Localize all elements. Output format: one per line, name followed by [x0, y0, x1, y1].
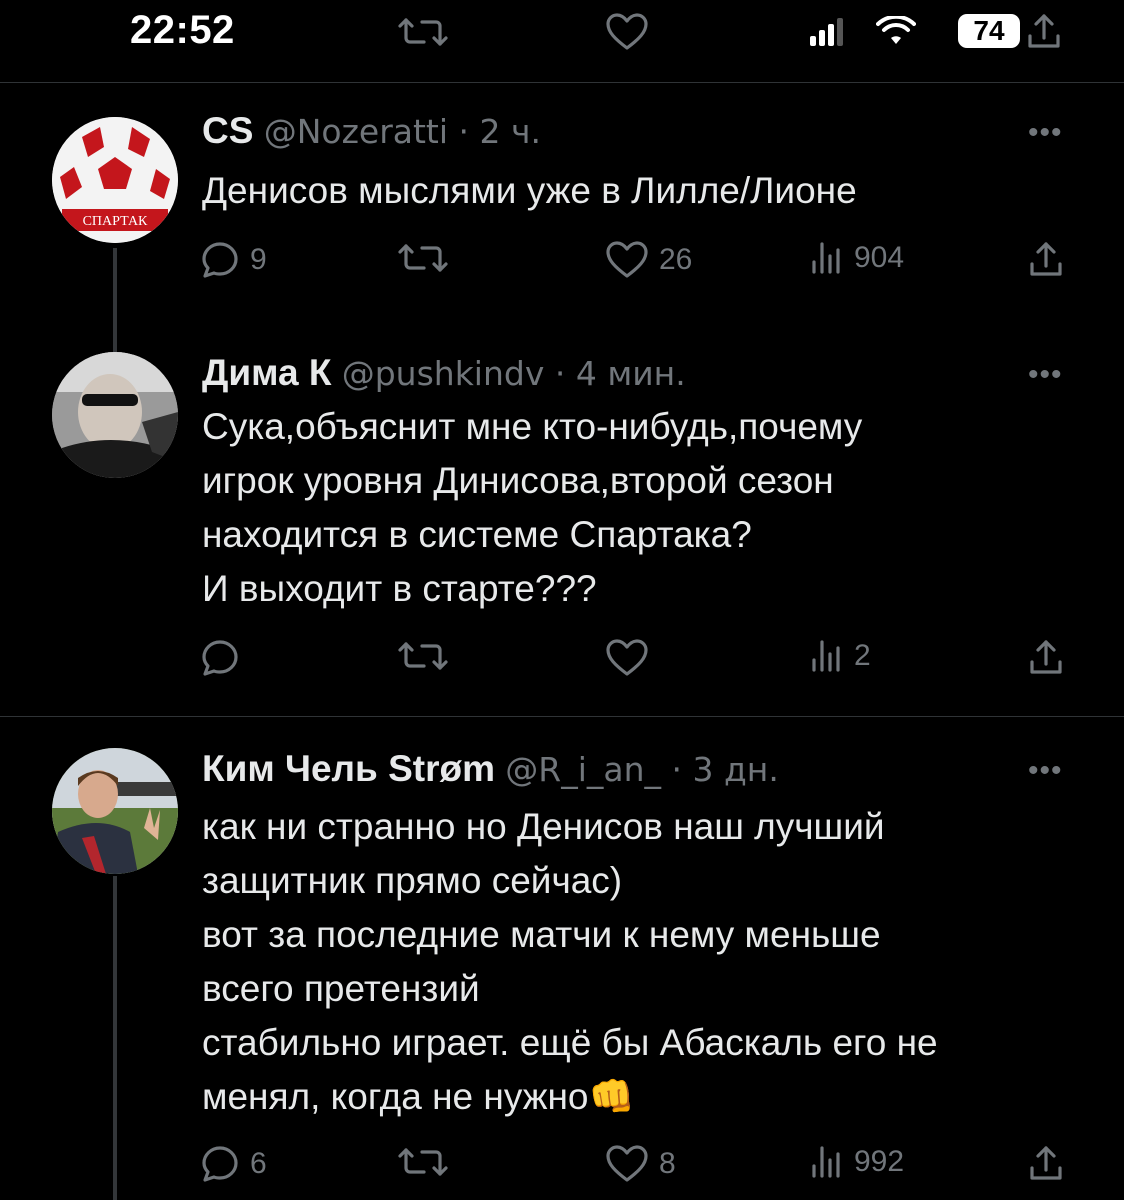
retweet-icon: [398, 1148, 448, 1176]
avatar[interactable]: [52, 352, 178, 478]
retweet-button[interactable]: [398, 1144, 458, 1180]
status-bar: 22:52 74: [0, 0, 1124, 82]
views-icon: [812, 640, 840, 672]
reply-button[interactable]: [200, 638, 250, 678]
signal-icon: [810, 18, 850, 51]
views-button[interactable]: 904: [808, 240, 904, 276]
like-button[interactable]: [605, 638, 659, 678]
like-button[interactable]: 26: [605, 240, 692, 280]
share-icon: [1030, 640, 1062, 674]
handle-time[interactable]: @R_i_an_ · 3 дн.: [505, 750, 779, 789]
heart-icon: [605, 12, 649, 57]
display-name[interactable]: CS: [202, 110, 253, 151]
tweet-header: CS @Nozeratti · 2 ч.: [202, 110, 541, 152]
share-button[interactable]: [1026, 240, 1066, 280]
like-button[interactable]: 8: [605, 1144, 676, 1184]
avatar[interactable]: СПАРТАК: [52, 117, 178, 243]
tweet-header: Дима К @pushkindv · 4 мин.: [202, 352, 686, 394]
heart-icon: [606, 241, 648, 278]
retweet-button[interactable]: [398, 638, 458, 674]
tweet[interactable]: СПАРТАК CS @Nozeratti · 2 ч. ••• Денисов…: [0, 82, 1124, 352]
tweet[interactable]: Ким Чель Strøm @R_i_an_ · 3 дн. ••• как …: [0, 716, 1124, 1200]
display-name[interactable]: Ким Чель Strøm: [202, 748, 495, 789]
avatar[interactable]: [52, 748, 178, 874]
reply-icon: [202, 1146, 238, 1182]
like-count: 26: [659, 243, 693, 276]
wifi-icon: [876, 14, 916, 51]
tweet-text: как ни странно но Денисов наш лучший защ…: [202, 806, 938, 1117]
handle-time[interactable]: @Nozeratti · 2 ч.: [264, 112, 541, 151]
share-button[interactable]: [1026, 638, 1066, 678]
views-icon: [812, 1146, 840, 1178]
more-icon[interactable]: •••: [1028, 116, 1063, 150]
tweet-header: Ким Чель Strøm @R_i_an_ · 3 дн.: [202, 748, 779, 790]
more-icon[interactable]: •••: [1028, 358, 1063, 392]
display-name[interactable]: Дима К: [202, 352, 331, 393]
more-icon[interactable]: •••: [1028, 754, 1063, 788]
reply-icon: [202, 242, 238, 278]
views-button[interactable]: 2: [808, 638, 871, 674]
like-count: 8: [659, 1147, 676, 1180]
reply-count: 9: [250, 243, 267, 276]
retweet-icon: [398, 14, 448, 55]
retweet-icon: [398, 642, 448, 670]
views-button[interactable]: 992: [808, 1144, 904, 1180]
share-icon: [1030, 1146, 1062, 1180]
reply-icon: [202, 640, 238, 676]
reply-button[interactable]: 9: [200, 240, 267, 280]
battery-level: 74: [973, 15, 1005, 46]
battery-icon: 74: [958, 14, 1020, 48]
svg-text:СПАРТАК: СПАРТАК: [83, 214, 148, 229]
heart-icon: [606, 639, 648, 676]
views-count: 992: [854, 1145, 905, 1178]
tweet-text: Денисов мыслями уже в Лилле/Лионе: [202, 170, 857, 211]
action-bar: 9 26 904: [0, 240, 1124, 290]
heart-icon: [606, 1145, 648, 1182]
share-icon: [1024, 12, 1064, 57]
retweet-icon: [398, 244, 448, 272]
action-bar: 2: [0, 638, 1124, 688]
share-button[interactable]: [1026, 1144, 1066, 1184]
status-time: 22:52: [130, 8, 235, 52]
tweet[interactable]: Дима К @pushkindv · 4 мин. ••• Сука,объя…: [0, 352, 1124, 716]
handle-time[interactable]: @pushkindv · 4 мин.: [342, 354, 686, 393]
views-icon: [812, 242, 840, 274]
action-bar: 6 8 992: [0, 1144, 1124, 1194]
reply-count: 6: [250, 1147, 267, 1180]
tweet-text: Сука,объяснит мне кто-нибудь,почему игро…: [202, 406, 863, 609]
share-icon: [1030, 242, 1062, 276]
reply-button[interactable]: 6: [200, 1144, 267, 1184]
retweet-button[interactable]: [398, 240, 458, 276]
views-count: 904: [854, 241, 905, 274]
views-count: 2: [854, 639, 871, 672]
